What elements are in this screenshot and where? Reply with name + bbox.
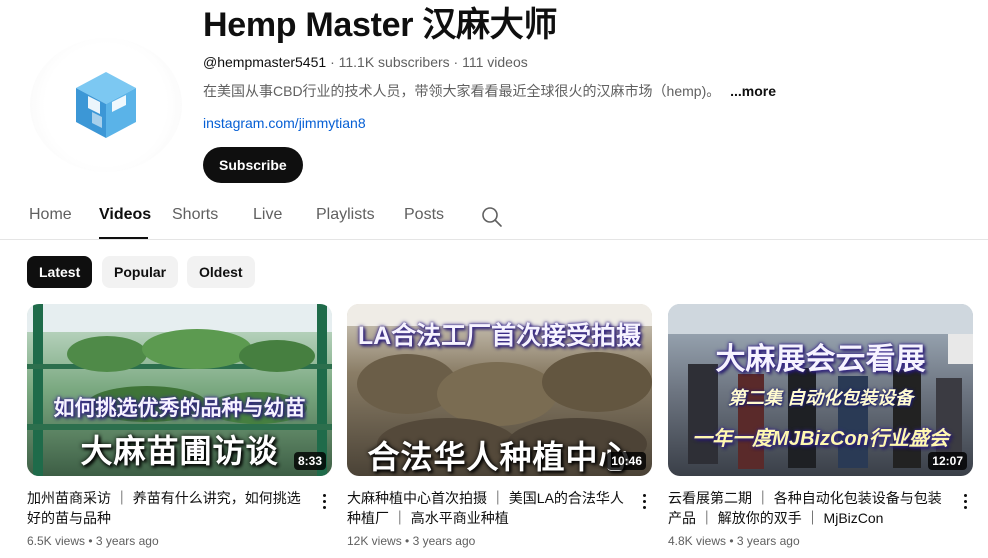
video-title[interactable]: 云看展第二期 ｜ 各种自动化包装设备与包装产品 ｜ 解放你的双手 ｜ MjBiz…: [668, 488, 948, 528]
tab-live[interactable]: Live: [253, 206, 282, 224]
tab-shorts[interactable]: Shorts: [172, 206, 218, 224]
more-options-icon[interactable]: [316, 490, 332, 512]
upload-age: 3 years ago: [95, 534, 159, 548]
video-card[interactable]: 大麻展会云看展 第二集 自动化包装设备 一年一度MJBizCon行业盛会 12:…: [668, 304, 973, 548]
thumbnail-caption: 如何挑选优秀的品种与幼苗: [53, 397, 306, 420]
upload-age: 3 years ago: [412, 534, 476, 548]
subscriber-count: 11.1K subscribers: [338, 54, 450, 70]
tab-playlists[interactable]: Playlists: [316, 206, 375, 224]
video-duration: 10:46: [607, 452, 646, 470]
active-tab-indicator: [99, 237, 148, 239]
video-duration: 12:07: [928, 452, 967, 470]
view-count: 6.5K views: [27, 534, 86, 548]
video-count: 111 videos: [462, 54, 528, 70]
filter-latest[interactable]: Latest: [27, 256, 93, 288]
video-thumbnail[interactable]: 大麻展会云看展 第二集 自动化包装设备 一年一度MJBizCon行业盛会 12:…: [668, 304, 973, 476]
meta-separator: ·: [453, 54, 463, 70]
tab-home[interactable]: Home: [29, 206, 72, 224]
thumbnail-headline: 一年一度MJBizCon行业盛会: [692, 428, 949, 450]
description-text: 在美国从事CBD行业的技术人员，带领大家看看最近全球很火的汉麻市场（hemp)。: [203, 83, 721, 99]
thumbnail-headline: 大麻苗圃访谈: [80, 433, 279, 469]
cube-logo-icon: [76, 72, 136, 138]
video-title[interactable]: 加州苗商采访 ｜ 养苗有什么讲究，如何挑选好的苗与品种: [27, 488, 307, 528]
meta-separator: •: [729, 534, 737, 548]
channel-description[interactable]: 在美国从事CBD行业的技术人员，带领大家看看最近全球很火的汉麻市场（hemp)。…: [203, 81, 963, 101]
channel-title: Hemp Master 汉麻大师: [203, 6, 558, 44]
channel-meta: @hempmaster5451 · 11.1K subscribers · 11…: [203, 54, 963, 70]
thumbnail-caption: LA合法工厂首次接受拍摄: [357, 322, 642, 350]
upload-age: 3 years ago: [736, 534, 800, 548]
video-meta: 4.8K views • 3 years ago: [668, 534, 973, 548]
video-duration: 8:33: [293, 452, 326, 470]
thumbnail-headline: 合法华人种植中心: [367, 439, 632, 475]
view-count: 12K views: [347, 534, 402, 548]
channel-avatar[interactable]: [30, 38, 182, 172]
channel-link[interactable]: instagram.com/jimmytian8: [203, 115, 366, 131]
thumbnail-caption: 大麻展会云看展: [715, 343, 926, 376]
tab-videos[interactable]: Videos: [99, 206, 151, 224]
more-button[interactable]: ...more: [730, 83, 776, 99]
video-meta: 12K views • 3 years ago: [347, 534, 652, 548]
meta-separator: •: [405, 534, 413, 548]
channel-info: Hemp Master 汉麻大师 @hempmaster5451 · 11.1K…: [203, 6, 963, 183]
video-thumbnail[interactable]: 如何挑选优秀的品种与幼苗 大麻苗圃访谈 8:33: [27, 304, 332, 476]
tab-posts[interactable]: Posts: [404, 206, 444, 224]
video-card[interactable]: LA合法工厂首次接受拍摄 合法华人种植中心 10:46 大麻种植中心首次拍摄 ｜…: [347, 304, 652, 548]
channel-handle: @hempmaster5451: [203, 54, 327, 70]
video-card[interactable]: 如何挑选优秀的品种与幼苗 大麻苗圃访谈 8:33 加州苗商采访 ｜ 养苗有什么讲…: [27, 304, 332, 548]
subscribe-button[interactable]: Subscribe: [203, 147, 303, 183]
video-title[interactable]: 大麻种植中心首次拍摄 ｜ 美国LA的合法华人种植厂 ｜ 高水平商业种植: [347, 488, 627, 528]
meta-separator: ·: [330, 54, 339, 70]
meta-separator: •: [88, 534, 96, 548]
more-options-icon[interactable]: [636, 490, 652, 512]
more-options-icon[interactable]: [957, 490, 973, 512]
thumbnail-subcaption: 第二集 自动化包装设备: [728, 388, 913, 408]
video-thumbnail[interactable]: LA合法工厂首次接受拍摄 合法华人种植中心 10:46: [347, 304, 652, 476]
video-meta: 6.5K views • 3 years ago: [27, 534, 332, 548]
search-icon[interactable]: [481, 206, 503, 228]
channel-tabs: Home Videos Shorts Live Playlists Posts: [0, 196, 988, 240]
filter-oldest[interactable]: Oldest: [187, 256, 255, 288]
filter-popular[interactable]: Popular: [102, 256, 179, 288]
view-count: 4.8K views: [668, 534, 727, 548]
